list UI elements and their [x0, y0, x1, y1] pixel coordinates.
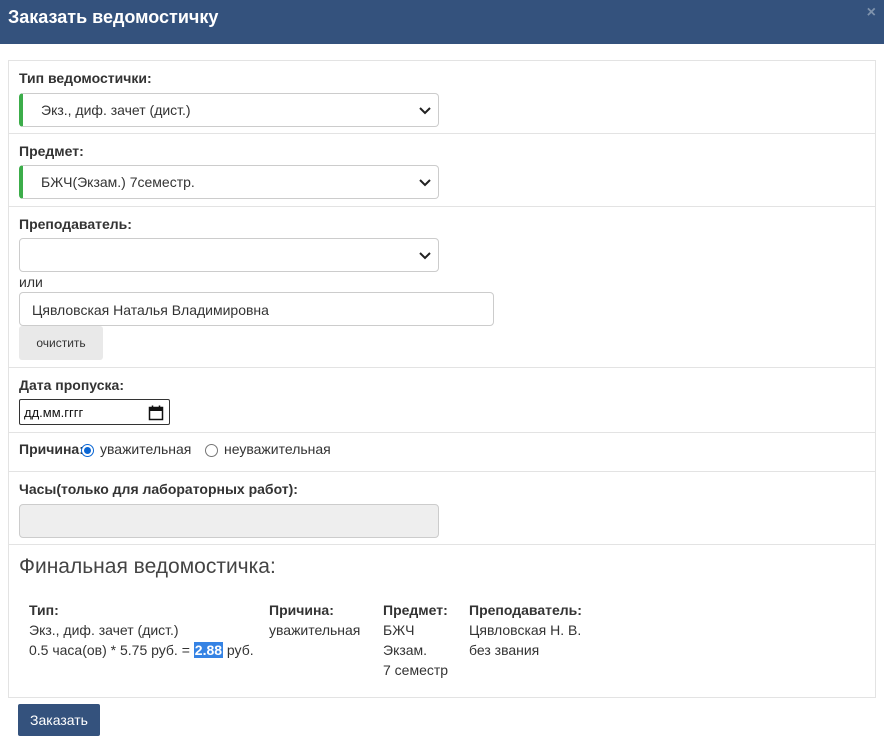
final-cost-suffix: руб. [223, 642, 254, 658]
teacher-select[interactable] [19, 238, 439, 272]
final-subject-header: Предмет: [383, 602, 448, 618]
teacher-section: Преподаватель: или Цявловская Наталья Вл… [9, 207, 875, 368]
final-teacher-line: Цявловская Н. В. [469, 622, 582, 638]
hours-section: Часы(только для лабораторных работ): [9, 472, 875, 545]
type-select-value: Экз., диф. зачет (дист.) [41, 102, 191, 118]
final-reason-value: уважительная [269, 622, 361, 638]
hours-label: Часы(только для лабораторных работ): [19, 481, 298, 497]
final-subject-line: БЖЧ [383, 622, 415, 638]
reason-radio-invalid[interactable] [205, 444, 218, 457]
final-teacher-column: Преподаватель: Цявловская Н. В. без зван… [469, 600, 582, 660]
chevron-down-icon [419, 179, 431, 187]
final-subject-line: Экзам. [383, 642, 428, 658]
teacher-label: Преподаватель: [19, 216, 132, 232]
final-type-value: Экз., диф. зачет (дист.) [29, 622, 179, 638]
reason-section: Причина: уважительная неуважительная [9, 433, 875, 472]
teacher-input-value: Цявловская Наталья Владимировна [32, 302, 269, 318]
date-input[interactable]: дд.мм.гггг [19, 399, 170, 425]
type-label: Тип ведомостички: [19, 70, 152, 86]
close-icon[interactable]: × [867, 4, 876, 22]
subject-select-value: БЖЧ(Экзам.) 7семестр. [41, 174, 195, 190]
final-subject-line: 7 семестр [383, 662, 449, 678]
final-cost-value: 2.88 [193, 642, 224, 658]
order-form: Тип ведомостички: Экз., диф. зачет (дист… [8, 60, 876, 698]
final-title: Финальная ведомостичка: [19, 555, 276, 578]
hours-input[interactable] [19, 504, 439, 538]
chevron-down-icon [419, 252, 431, 260]
final-teacher-header: Преподаватель: [469, 602, 582, 618]
final-type-header: Тип: [29, 602, 59, 618]
final-teacher-line: без звания [469, 642, 540, 658]
reason-label: Причина: [19, 441, 84, 457]
reason-option-valid: уважительная [100, 441, 192, 457]
teacher-input[interactable]: Цявловская Наталья Владимировна [19, 292, 494, 326]
final-reason-column: Причина: уважительная [269, 600, 360, 640]
date-input-placeholder: дд.мм.гггг [24, 405, 84, 420]
type-section: Тип ведомостички: Экз., диф. зачет (дист… [9, 61, 875, 134]
subject-section: Предмет: БЖЧ(Экзам.) 7семестр. [9, 134, 875, 207]
or-text: или [19, 274, 43, 290]
date-section: Дата пропуска: дд.мм.гггг [9, 368, 875, 433]
final-cost-line: 0.5 часа(ов) * 5.75 руб. = 2.88 руб. [29, 640, 264, 660]
reason-radio-valid[interactable] [81, 444, 94, 457]
clear-button[interactable]: очистить [19, 326, 103, 360]
final-reason-header: Причина: [269, 602, 334, 618]
reason-option-invalid: неуважительная [224, 441, 331, 457]
dialog-header: Заказать ведомостичку × [0, 0, 884, 44]
calendar-icon[interactable] [148, 405, 164, 421]
final-cost-prefix: 0.5 часа(ов) * 5.75 руб. = [29, 642, 194, 658]
final-subject-column: Предмет: БЖЧ Экзам. 7 семестр [383, 600, 448, 680]
order-button[interactable]: Заказать [18, 704, 100, 736]
chevron-down-icon [419, 107, 431, 115]
dialog-title: Заказать ведомостичку [8, 7, 219, 27]
subject-label: Предмет: [19, 143, 84, 159]
subject-select[interactable]: БЖЧ(Экзам.) 7семестр. [19, 165, 439, 199]
final-type-column: Тип: Экз., диф. зачет (дист.) 0.5 часа(о… [29, 600, 264, 660]
type-select[interactable]: Экз., диф. зачет (дист.) [19, 93, 439, 127]
date-label: Дата пропуска: [19, 377, 124, 393]
